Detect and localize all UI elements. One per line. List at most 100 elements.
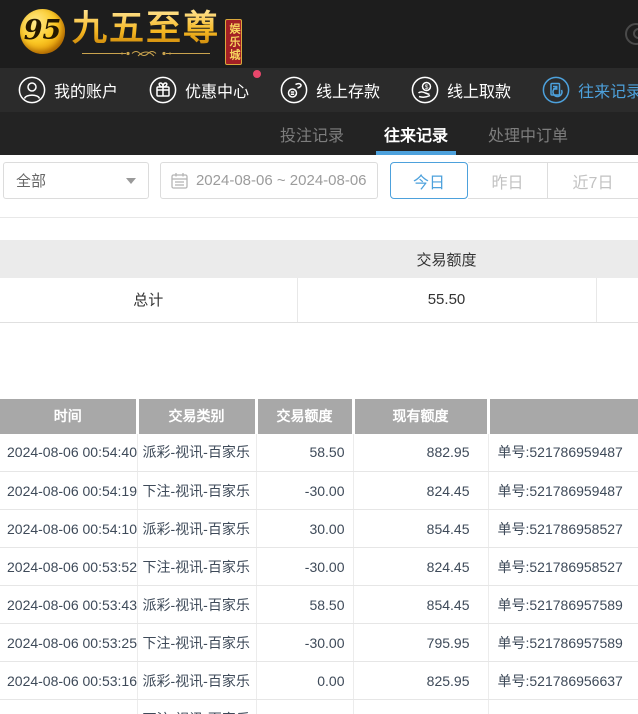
cell-amount: 30.00 (256, 510, 353, 548)
cell-time: 2024-08-06 00:53:52 (0, 548, 137, 586)
tab-processing-orders[interactable]: 处理中订单 (484, 112, 572, 155)
top-brand-bar: 95 九五至尊 娱乐城 (0, 0, 638, 68)
header-amount: 交易额度 (256, 399, 353, 434)
table-row: 2024-08-06 00:53:43 派彩-视讯-百家乐 58.50 854.… (0, 586, 638, 624)
table-row: 2024-08-06 00:54:10 派彩-视讯-百家乐 30.00 854.… (0, 510, 638, 548)
logo-wordmark-block: 九五至尊 (72, 9, 220, 59)
cell-balance (353, 700, 488, 714)
deposit-icon (280, 76, 308, 104)
cell-order (488, 700, 638, 714)
cell-type: 派彩-视讯-百家乐 (137, 434, 256, 472)
tab-transaction-records[interactable]: 往来记录 (380, 112, 452, 155)
cell-amount: 58.50 (256, 586, 353, 624)
nav-item-transaction-records[interactable]: 往来记录 (542, 76, 638, 104)
cell-balance: 825.95 (353, 662, 488, 700)
table-row: 下注-视讯-百家乐 (0, 700, 638, 714)
cell-order: 单号:521786956637 (488, 662, 638, 700)
table-row: 2024-08-06 00:53:16 派彩-视讯-百家乐 0.00 825.9… (0, 662, 638, 700)
cell-balance: 854.45 (353, 586, 488, 624)
cell-balance: 882.95 (353, 434, 488, 472)
filter-bar: 全部 2024-08-06 ~ 2024-08-06 今日 昨日 近7日 (0, 155, 638, 218)
calendar-icon (171, 172, 188, 189)
date-range-value: 2024-08-06 ~ 2024-08-06 (196, 172, 367, 189)
summary-total-label: 总计 (0, 278, 297, 322)
last-7-days-button[interactable]: 近7日 (548, 162, 638, 199)
user-avatar-icon[interactable] (625, 23, 638, 45)
quick-range-group: 今日 昨日 近7日 (390, 162, 638, 199)
nav-label: 优惠中心 (185, 78, 249, 102)
cell-time: 2024-08-06 00:54:40 (0, 434, 137, 472)
main-navbar: 我的账户 优惠中心 线上存款 $ 线上取款 (0, 68, 638, 112)
today-button[interactable]: 今日 (390, 162, 468, 199)
cell-balance: 824.45 (353, 472, 488, 510)
notification-dot (253, 70, 261, 78)
cell-type: 下注-视讯-百家乐 (137, 548, 256, 586)
user-icon (18, 76, 46, 104)
nav-item-online-withdrawal[interactable]: $ 线上取款 (411, 76, 511, 104)
tab-betting-records[interactable]: 投注记录 (276, 112, 348, 155)
date-range-input[interactable]: 2024-08-06 ~ 2024-08-06 (160, 162, 378, 199)
header-type: 交易类别 (137, 399, 256, 434)
table-row: 2024-08-06 00:53:52 下注-视讯-百家乐 -30.00 824… (0, 548, 638, 586)
cell-time: 2024-08-06 00:53:16 (0, 662, 137, 700)
nav-label: 我的账户 (54, 78, 118, 102)
nav-label: 往来记录 (578, 78, 638, 102)
type-filter-select[interactable]: 全部 (3, 162, 149, 199)
nav-item-my-account[interactable]: 我的账户 (18, 76, 118, 104)
cell-time: 2024-08-06 00:53:43 (0, 586, 137, 624)
header-time: 时间 (0, 399, 137, 434)
cell-time: 2024-08-06 00:54:10 (0, 510, 137, 548)
transactions-header-row: 时间 交易类别 交易额度 现有额度 (0, 399, 638, 434)
nav-item-promotions[interactable]: 优惠中心 (149, 76, 249, 104)
brand-badge-text: 娱乐城 (226, 23, 241, 62)
summary-header-empty (0, 240, 297, 278)
cell-order: 单号:521786959487 (488, 434, 638, 472)
summary-empty-cell (596, 278, 638, 322)
summary-total-value: 55.50 (297, 278, 596, 322)
records-icon (542, 76, 570, 104)
svg-text:$: $ (425, 84, 429, 91)
cell-time (0, 700, 137, 714)
cell-order: 单号:521786958527 (488, 510, 638, 548)
cell-order: 单号:521786958527 (488, 548, 638, 586)
logo-monogram-text: 95 (24, 15, 62, 46)
summary-total-row: 总计 55.50 (0, 278, 638, 322)
cell-type: 下注-视讯-百家乐 (137, 472, 256, 510)
cell-order: 单号:521786957589 (488, 586, 638, 624)
cell-amount: -30.00 (256, 548, 353, 586)
header-order (488, 399, 638, 434)
cell-time: 2024-08-06 00:54:19 (0, 472, 137, 510)
cell-balance: 824.45 (353, 548, 488, 586)
site-logo[interactable]: 95 九五至尊 娱乐城 (0, 0, 242, 65)
cell-amount (256, 700, 353, 714)
table-row: 2024-08-06 00:53:25 下注-视讯-百家乐 -30.00 795… (0, 624, 638, 662)
yesterday-button[interactable]: 昨日 (468, 162, 548, 199)
withdraw-icon: $ (411, 76, 439, 104)
type-filter-value: 全部 (16, 170, 46, 191)
header-balance: 现有额度 (353, 399, 488, 434)
table-row: 2024-08-06 00:54:40 派彩-视讯-百家乐 58.50 882.… (0, 434, 638, 472)
summary-header-row: 交易额度 (0, 240, 638, 278)
flourish-ornament-icon (82, 48, 210, 59)
logo-monogram-icon: 95 (20, 9, 65, 54)
cell-type: 下注-视讯-百家乐 (137, 624, 256, 662)
gift-icon (149, 76, 177, 104)
transactions-body: 2024-08-06 00:54:40 派彩-视讯-百家乐 58.50 882.… (0, 434, 638, 714)
nav-label: 线上取款 (447, 78, 511, 102)
cell-balance: 854.45 (353, 510, 488, 548)
brand-badge: 娱乐城 (225, 19, 242, 65)
cell-order: 单号:521786959487 (488, 472, 638, 510)
nav-item-online-deposit[interactable]: 线上存款 (280, 76, 380, 104)
cell-type: 下注-视讯-百家乐 (137, 700, 256, 714)
cell-balance: 795.95 (353, 624, 488, 662)
cell-amount: 0.00 (256, 662, 353, 700)
summary-table: 交易额度 总计 55.50 (0, 240, 638, 323)
cell-amount: -30.00 (256, 472, 353, 510)
nav-label: 线上存款 (316, 78, 380, 102)
cell-amount: 58.50 (256, 434, 353, 472)
cell-type: 派彩-视讯-百家乐 (137, 510, 256, 548)
cell-order: 单号:521786957589 (488, 624, 638, 662)
summary-header-amount: 交易额度 (297, 240, 596, 278)
cell-type: 派彩-视讯-百家乐 (137, 586, 256, 624)
cell-time: 2024-08-06 00:53:25 (0, 624, 137, 662)
